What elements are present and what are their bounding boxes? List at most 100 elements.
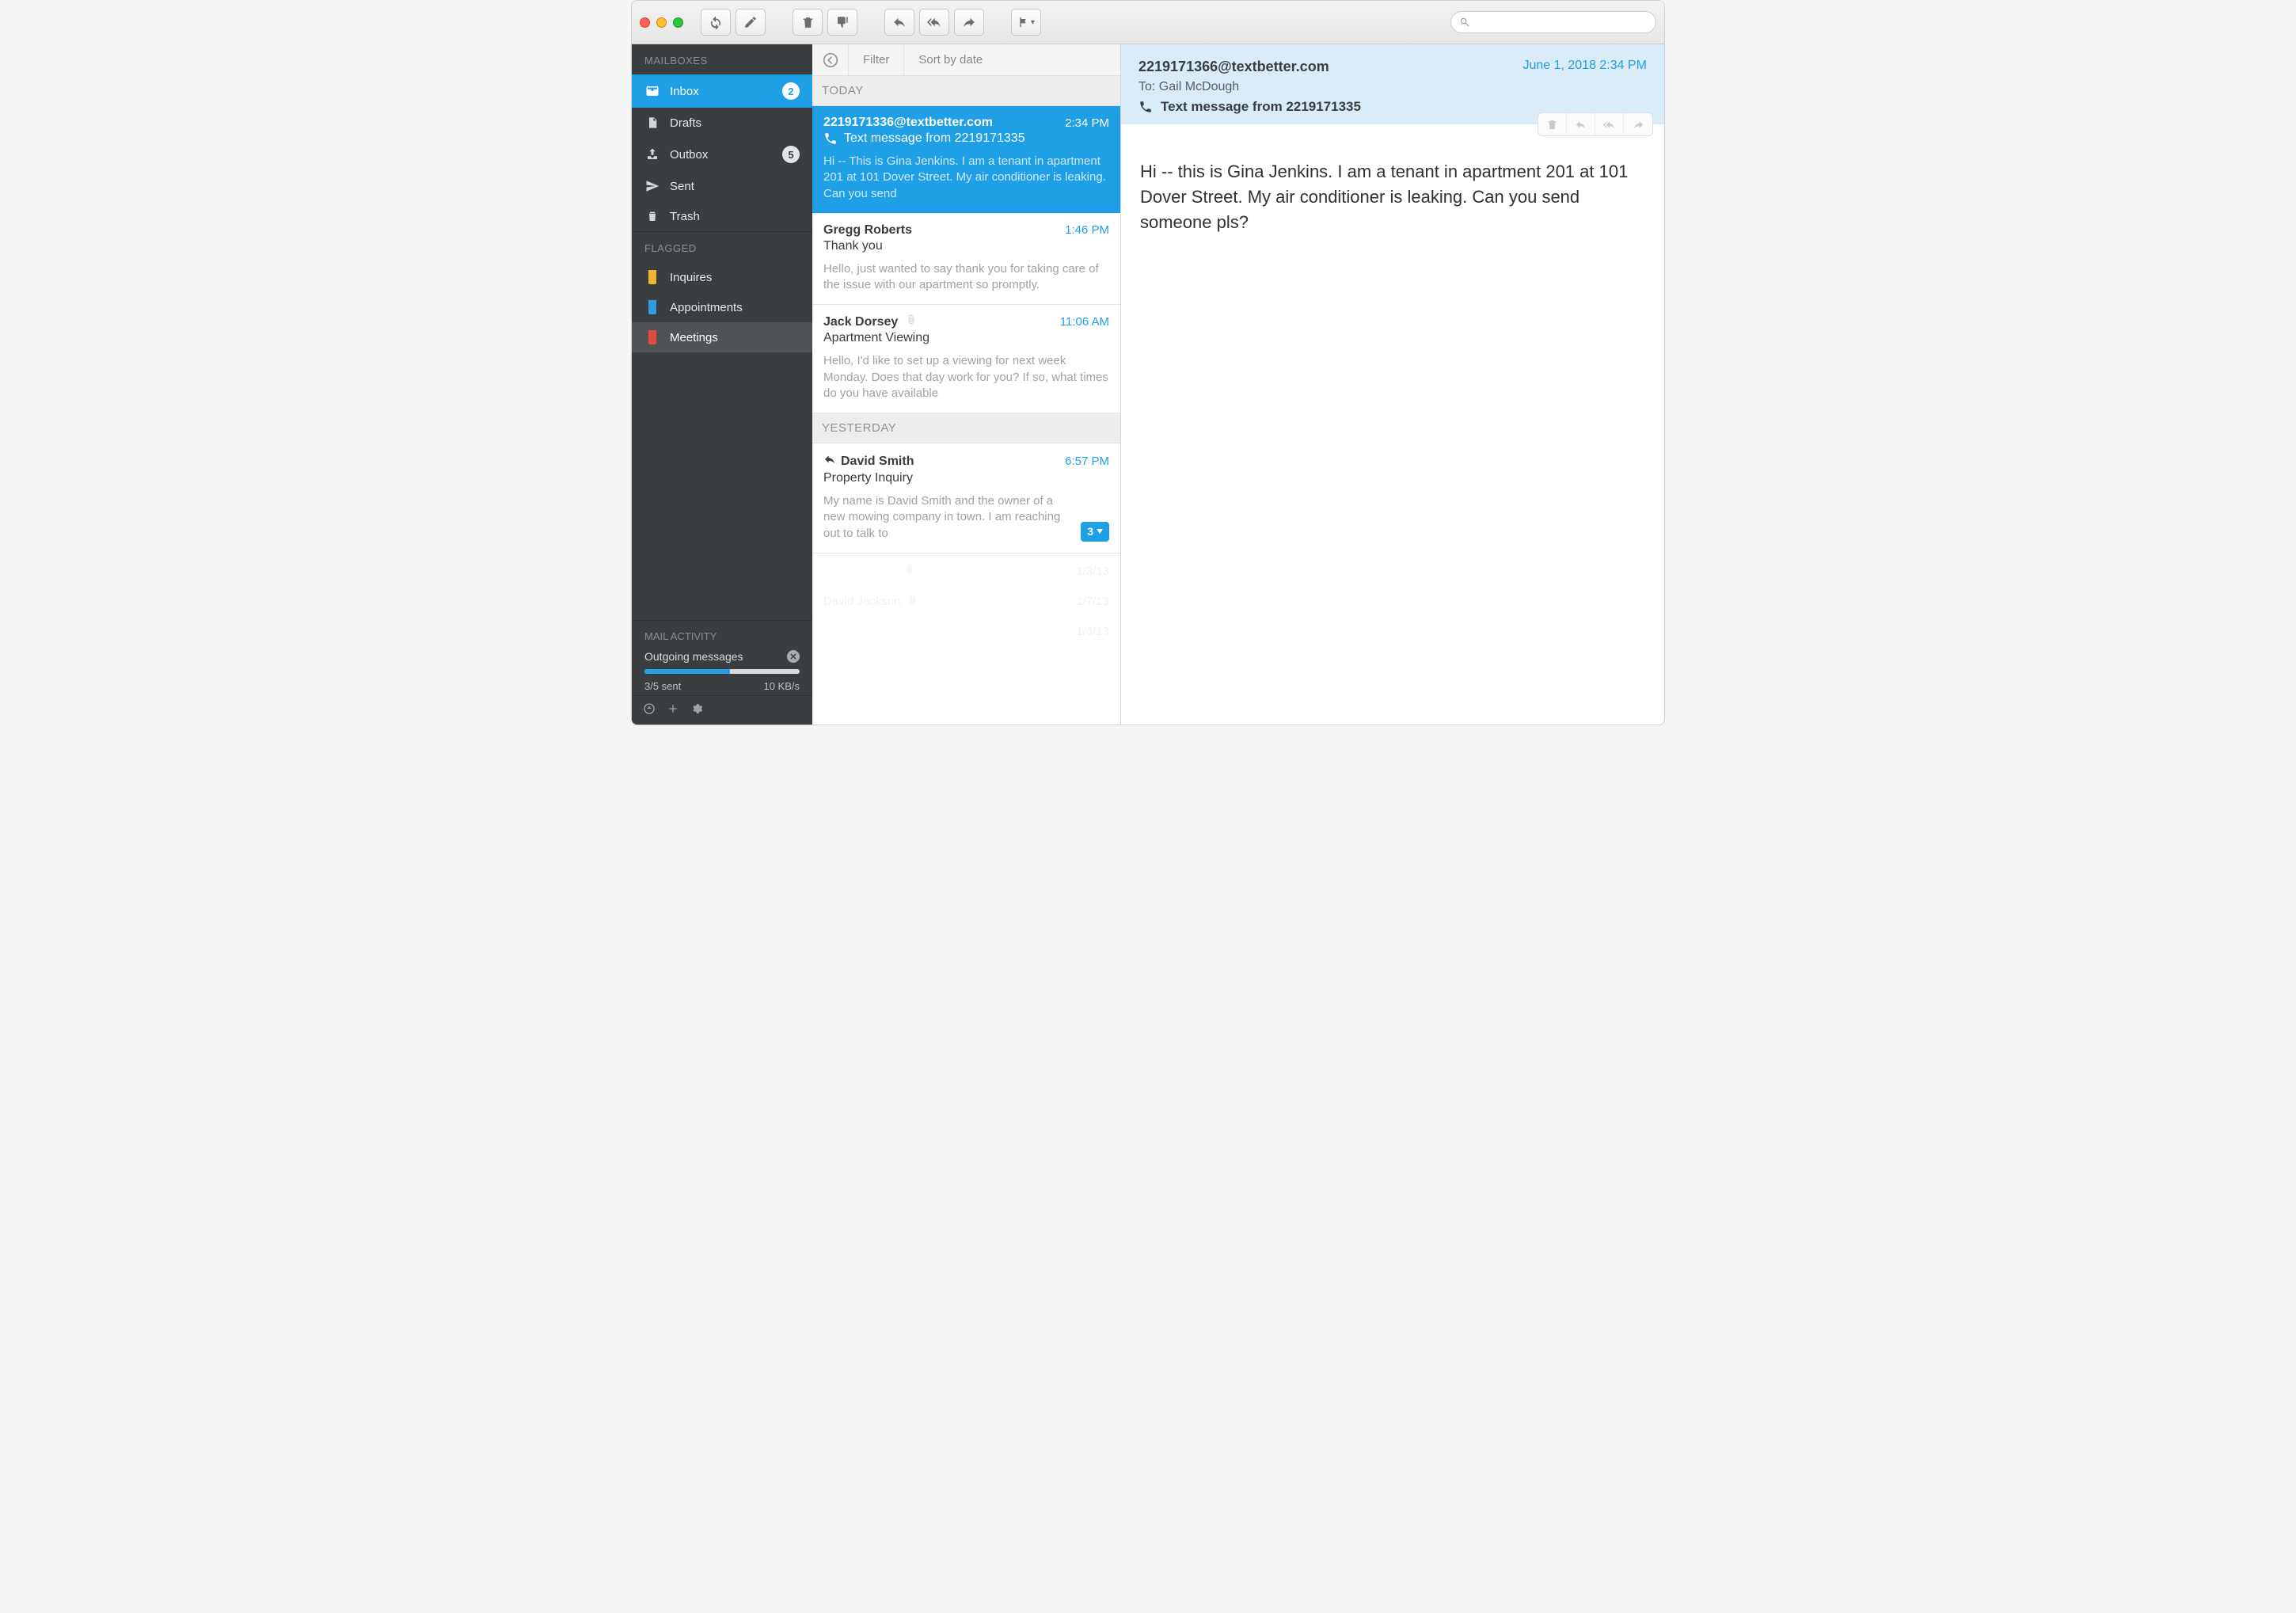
mail-window: ▾ MAILBOXES Inbox 2 Drafts Outbox 5 (631, 0, 1665, 725)
filter-button[interactable]: Filter (849, 44, 904, 75)
forward-icon (962, 15, 976, 29)
outgoing-progress (644, 669, 800, 674)
message-list: Filter Sort by date TODAY 2219171336@tex… (812, 44, 1121, 725)
list-item[interactable]: 1/3/13 (823, 557, 1109, 587)
faded-name: David Jackson (823, 595, 901, 608)
delete-message-button[interactable] (1538, 113, 1567, 135)
toolbar: ▾ (632, 1, 1664, 44)
sidebar-item-label: Drafts (670, 116, 701, 130)
message-item[interactable]: 2219171336@textbetter.com 2:34 PM Text m… (812, 106, 1120, 214)
send-rate: 10 KB/s (763, 680, 800, 692)
sidebar-item-label: Inbox (670, 85, 699, 98)
message-header: 2219171366@textbetter.com June 1, 2018 2… (1121, 44, 1664, 124)
date-header-yesterday: YESTERDAY (812, 413, 1120, 443)
search-icon (1459, 17, 1470, 28)
message-time: 11:06 AM (1060, 315, 1109, 329)
close-window-button[interactable] (640, 17, 650, 28)
compose-icon (743, 15, 758, 29)
phone-icon (1138, 100, 1153, 114)
message-date: June 1, 2018 2:34 PM (1522, 59, 1647, 73)
junk-button[interactable] (827, 9, 857, 36)
list-item[interactable]: David Jackson 1/7/13 (823, 587, 1109, 617)
phone-icon (823, 131, 838, 146)
sync-button[interactable] (643, 702, 656, 718)
message-sender: Jack Dorsey (823, 315, 898, 329)
message-subject: Text message from 2219171335 (1161, 99, 1361, 115)
faded-list: 1/3/13 David Jackson 1/7/13 1/3/13 (812, 554, 1120, 654)
add-button[interactable] (667, 702, 679, 718)
outbox-icon (644, 147, 660, 162)
settings-button[interactable] (690, 702, 703, 718)
forward-message-button[interactable] (1624, 113, 1652, 135)
search-input[interactable] (1475, 16, 1648, 29)
reading-pane: 2219171366@textbetter.com June 1, 2018 2… (1121, 44, 1664, 725)
message-subject: Thank you (823, 239, 883, 253)
flag-yellow-icon (648, 270, 656, 284)
reply-all-icon (926, 15, 942, 29)
sidebar-item-label: Inquires (670, 271, 712, 284)
message-time: 2:34 PM (1065, 116, 1109, 130)
reply-icon (892, 15, 907, 29)
dropdown-caret-icon: ▾ (1031, 18, 1035, 27)
message-sender: 2219171336@textbetter.com (823, 116, 993, 130)
back-arrow-icon (822, 51, 839, 69)
message-time: 1:46 PM (1065, 223, 1109, 237)
faded-date: 1/3/13 (1076, 625, 1109, 638)
message-item[interactable]: Gregg Roberts 1:46 PM Thank you Hello, j… (812, 214, 1120, 306)
search-field[interactable] (1450, 11, 1656, 33)
inbox-badge: 2 (782, 82, 800, 100)
date-header-today: TODAY (812, 76, 1120, 106)
outbox-badge: 5 (782, 146, 800, 163)
sidebar: MAILBOXES Inbox 2 Drafts Outbox 5 Sent (632, 44, 812, 725)
zoom-window-button[interactable] (673, 17, 683, 28)
message-subject: Text message from 2219171335 (844, 131, 1025, 146)
list-item[interactable]: 1/3/13 (823, 617, 1109, 646)
reply-button[interactable] (884, 9, 914, 36)
message-sender: David Smith (841, 455, 914, 469)
message-preview: Hi -- This is Gina Jenkins. I am a tenan… (823, 154, 1109, 202)
thumbs-down-icon (835, 15, 850, 29)
flag-icon (1017, 16, 1030, 29)
drafts-icon (644, 116, 660, 130)
sidebar-item-trash[interactable]: Trash (632, 201, 812, 231)
message-body[interactable]: Hi -- this is Gina Jenkins. I am a tenan… (1121, 124, 1664, 725)
message-list-controls: Filter Sort by date (812, 44, 1120, 76)
sidebar-item-label: Outbox (670, 148, 708, 162)
reply-message-button[interactable] (1567, 113, 1595, 135)
delete-button[interactable] (793, 9, 823, 36)
flag-button[interactable]: ▾ (1011, 9, 1041, 36)
sidebar-item-label: Sent (670, 180, 694, 193)
forward-button[interactable] (954, 9, 984, 36)
minimize-window-button[interactable] (656, 17, 667, 28)
back-button[interactable] (812, 44, 849, 75)
reply-all-button[interactable] (919, 9, 949, 36)
sidebar-item-label: Appointments (670, 301, 743, 314)
trash-icon (644, 209, 660, 223)
from-address: 2219171366@textbetter.com (1138, 59, 1329, 74)
compose-button[interactable] (736, 9, 766, 36)
chevron-down-icon (1097, 529, 1103, 534)
inbox-icon (644, 84, 660, 98)
sidebar-item-drafts[interactable]: Drafts (632, 108, 812, 138)
sort-button[interactable]: Sort by date (904, 44, 997, 75)
message-preview: Hello, I'd like to set up a viewing for … (823, 353, 1109, 401)
cancel-outgoing-button[interactable]: ✕ (787, 650, 800, 663)
activity-label: MAIL ACTIVITY (644, 630, 800, 642)
refresh-button[interactable] (701, 9, 731, 36)
reply-all-message-button[interactable] (1595, 113, 1624, 135)
replied-icon (823, 453, 836, 470)
sidebar-item-label: Meetings (670, 331, 718, 344)
sidebar-item-inbox[interactable]: Inbox 2 (632, 74, 812, 108)
message-item[interactable]: Jack Dorsey 11:06 AM Apartment Viewing H… (812, 305, 1120, 413)
sidebar-item-inquires[interactable]: Inquires (632, 262, 812, 292)
sidebar-item-appointments[interactable]: Appointments (632, 292, 812, 322)
attachment-icon (904, 565, 915, 579)
message-item[interactable]: David Smith 6:57 PM Property Inquiry My … (812, 443, 1120, 554)
sidebar-section-mailboxes: MAILBOXES (632, 44, 812, 74)
sidebar-item-outbox[interactable]: Outbox 5 (632, 138, 812, 171)
thread-expand-button[interactable]: 3 (1081, 522, 1109, 542)
sidebar-section-flagged: FLAGGED (632, 232, 812, 262)
refresh-icon (709, 15, 723, 29)
sidebar-item-sent[interactable]: Sent (632, 171, 812, 201)
sidebar-item-meetings[interactable]: Meetings (632, 322, 812, 352)
